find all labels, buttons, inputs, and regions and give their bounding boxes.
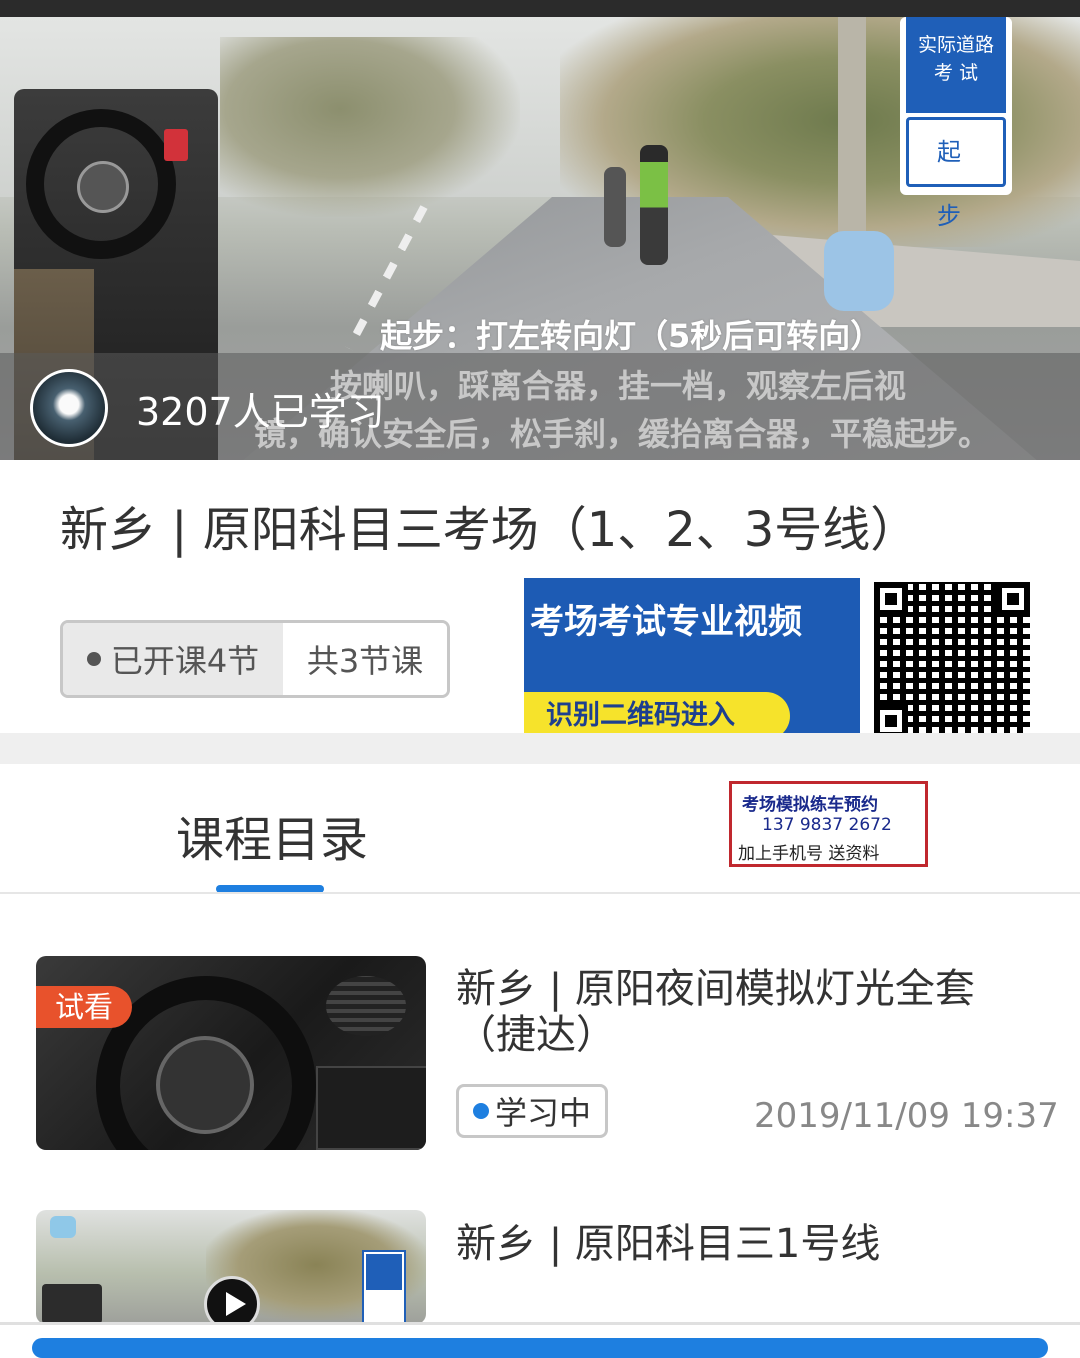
list-divider (0, 1322, 1080, 1325)
lesson-thumbnail[interactable] (36, 1210, 426, 1324)
qr-code-icon[interactable] (874, 582, 1030, 738)
status-dot-icon (472, 1103, 489, 1119)
video-player[interactable]: 实际道路 考 试 起 步 起步：打左转向灯（5秒后可转向） 按喇叭，踩离合器，挂… (0, 17, 1080, 460)
dashboard-light (164, 129, 188, 161)
qr-finder-icon (996, 582, 1030, 616)
video-scene-person (604, 167, 626, 247)
ad-headline: 考场考试专业视频 (530, 602, 802, 642)
practice-booking-promo[interactable]: 考场模拟练车预约 137 9837 2672 加上手机号 送资料 (729, 781, 928, 867)
subtitle-line-2: 按喇叭，踩离合器，挂一档，观察左后视 (330, 367, 907, 405)
lesson-title[interactable]: 新乡 | 原阳科目三1号线 (456, 1221, 880, 1267)
video-ad-banner[interactable]: 考场考试专业视频 识别二维码进入 (524, 574, 1034, 744)
play-icon[interactable] (204, 1276, 260, 1324)
cloud-icon (50, 1216, 76, 1238)
promo-line-1: 考场模拟练车预约 (742, 795, 878, 815)
center-console-image (316, 1066, 426, 1150)
steering-wheel-hub (156, 1036, 254, 1134)
road-sign-top (366, 1254, 402, 1290)
trial-badge: 试看 (36, 986, 132, 1028)
video-scene-bag (824, 231, 894, 311)
teacher-avatar[interactable] (30, 369, 108, 447)
section-divider (0, 733, 1080, 764)
lesson-timestamp: 2019/11/09 19:37 (754, 1096, 1059, 1136)
road-test-sign: 实际道路 考 试 起 步 (900, 17, 1012, 230)
air-vent-image (326, 976, 406, 1036)
lesson-thumbnail[interactable]: 试看 (36, 956, 426, 1150)
opened-lessons-label: 已开课4节 (110, 642, 260, 680)
status-bar (0, 0, 1080, 17)
lesson-title[interactable]: 新乡 | 原阳夜间模拟灯光全套（捷达） (456, 966, 1016, 1058)
tab-course-catalog[interactable]: 课程目录 (176, 800, 368, 870)
status-badge: 学习中 (456, 1084, 608, 1138)
lesson-progress-pill: 已开课4节 共3节课 (60, 620, 450, 698)
course-title: 新乡 | 原阳科目三考场（1、2、3号线） (60, 502, 919, 558)
road-test-sign-bottom: 起 步 (906, 117, 1006, 230)
road-test-sign-top: 实际道路 考 试 (906, 17, 1006, 113)
bullet-dot-icon (86, 652, 101, 666)
steering-wheel-hub (77, 161, 129, 213)
bottom-action-bar[interactable] (32, 1338, 1048, 1358)
subtitle-line-1: 起步：打左转向灯（5秒后可转向） (380, 317, 883, 355)
status-label: 学习中 (494, 1094, 591, 1132)
driver-inset-image (42, 1284, 102, 1324)
video-scene-trees-left (220, 37, 520, 217)
video-scene-person (640, 145, 668, 265)
total-lessons-label: 共3节课 (283, 623, 447, 695)
learned-count: 3207人已学习 (136, 390, 385, 434)
promo-line-3: 加上手机号 送资料 (738, 844, 880, 864)
promo-phone: 137 9837 2672 (762, 815, 892, 835)
qr-finder-icon (874, 582, 908, 616)
opened-lessons: 已开课4节 (63, 623, 283, 695)
tab-bar-divider (0, 892, 1080, 894)
road-sign-image (362, 1250, 406, 1324)
